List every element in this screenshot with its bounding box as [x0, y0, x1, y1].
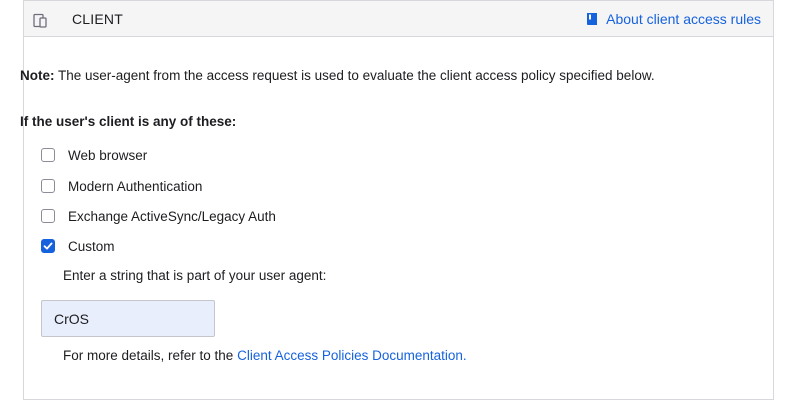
option-label: Modern Authentication	[68, 178, 203, 194]
checkmark-icon	[43, 242, 53, 250]
details-text: For more details, refer to the Client Ac…	[63, 348, 467, 363]
book-icon	[586, 12, 598, 26]
option-label: Web browser	[68, 147, 148, 163]
checkbox-modern-authentication[interactable]	[41, 179, 55, 193]
checkbox-custom[interactable]	[41, 239, 55, 253]
section-title: CLIENT	[72, 11, 123, 27]
option-label: Custom	[68, 238, 115, 254]
client-access-policies-docs-link[interactable]: Client Access Policies Documentation.	[237, 348, 467, 363]
help-link-label: About client access rules	[606, 11, 761, 27]
user-agent-input[interactable]	[41, 300, 215, 337]
option-web-browser[interactable]: Web browser	[41, 146, 147, 164]
devices-icon	[33, 13, 49, 29]
client-condition-label: If the user's client is any of these:	[20, 114, 237, 129]
option-modern-authentication[interactable]: Modern Authentication	[41, 177, 202, 195]
user-agent-prompt: Enter a string that is part of your user…	[63, 268, 327, 283]
option-exchange-activesync[interactable]: Exchange ActiveSync/Legacy Auth	[41, 207, 276, 225]
panel-header: CLIENT About client access rules	[24, 0, 773, 37]
option-label: Exchange ActiveSync/Legacy Auth	[68, 208, 276, 224]
note-body: The user-agent from the access request i…	[54, 68, 655, 83]
checkbox-exchange-activesync[interactable]	[41, 209, 55, 223]
details-prefix: For more details, refer to the	[63, 348, 238, 363]
checkbox-web-browser[interactable]	[41, 148, 55, 162]
client-panel: CLIENT About client access rules	[23, 0, 774, 400]
note-label: Note:	[20, 68, 55, 83]
option-custom[interactable]: Custom	[41, 237, 115, 255]
about-client-access-rules-link[interactable]: About client access rules	[586, 11, 761, 27]
note-text: Note: The user-agent from the access req…	[20, 68, 655, 83]
